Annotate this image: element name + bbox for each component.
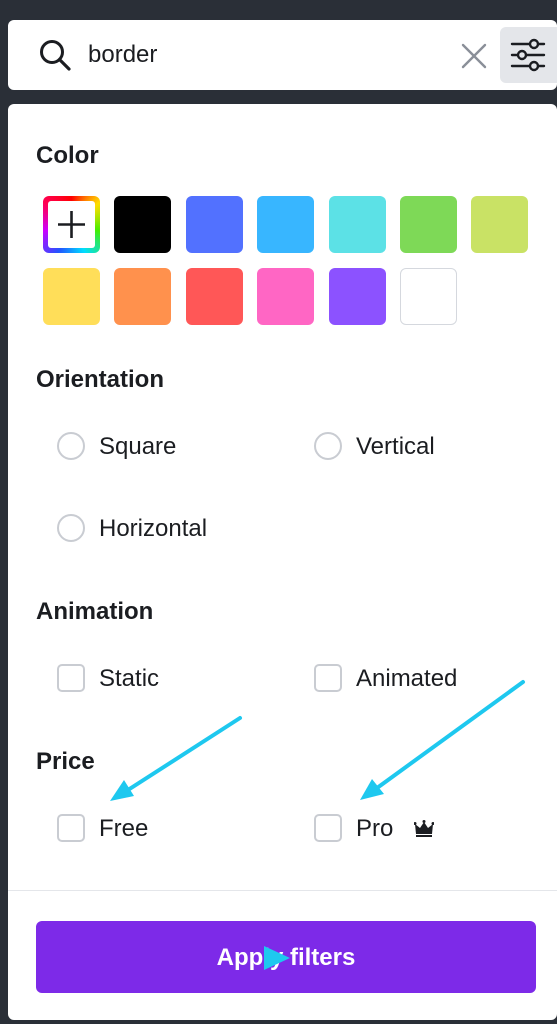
checkbox[interactable] <box>57 664 85 692</box>
price-option-free[interactable]: Free <box>57 812 257 848</box>
option-label: Horizontal <box>99 515 208 542</box>
option-label: Animated <box>356 665 458 692</box>
color-swatch-pink[interactable] <box>257 268 314 325</box>
custom-color-swatch[interactable] <box>43 196 100 253</box>
radio-button[interactable] <box>57 432 85 460</box>
orientation-section-title: Orientation <box>36 366 165 393</box>
color-swatch-turquoise[interactable] <box>329 196 386 253</box>
plus-icon <box>58 211 85 238</box>
color-swatch-lime[interactable] <box>471 196 528 253</box>
filter-panel: Color Orientation Square Vertical Horizo… <box>8 104 557 1020</box>
search-icon <box>38 38 74 74</box>
apply-filters-button[interactable]: Apply filters <box>36 921 536 993</box>
orientation-option-vertical[interactable]: Vertical <box>314 430 514 466</box>
checkbox[interactable] <box>314 814 342 842</box>
animation-option-static[interactable]: Static <box>57 662 257 698</box>
price-option-pro[interactable]: Pro <box>314 812 514 848</box>
color-swatch-blue[interactable] <box>186 196 243 253</box>
sliders-icon <box>510 38 546 72</box>
color-swatch-purple[interactable] <box>329 268 386 325</box>
crown-icon <box>414 820 434 837</box>
option-label: Pro <box>356 815 394 842</box>
radio-button[interactable] <box>57 514 85 542</box>
option-label: Static <box>99 665 160 692</box>
divider <box>8 890 557 891</box>
filter-toggle-button[interactable] <box>500 27 557 83</box>
search-input[interactable] <box>86 35 446 75</box>
checkbox[interactable] <box>57 814 85 842</box>
color-swatch-white[interactable] <box>400 268 457 325</box>
search-bar <box>8 20 557 90</box>
orientation-option-horizontal[interactable]: Horizontal <box>57 512 277 548</box>
color-swatch-yellow[interactable] <box>43 268 100 325</box>
close-icon[interactable] <box>460 42 488 70</box>
orientation-option-square[interactable]: Square <box>57 430 257 466</box>
radio-button[interactable] <box>314 432 342 460</box>
option-label: Square <box>99 433 177 460</box>
animation-section-title: Animation <box>36 598 154 625</box>
color-swatch-green[interactable] <box>400 196 457 253</box>
color-section-title: Color <box>36 142 99 169</box>
color-swatch-red[interactable] <box>186 268 243 325</box>
color-swatch-light-blue[interactable] <box>257 196 314 253</box>
price-section-title: Price <box>36 748 95 775</box>
checkbox[interactable] <box>314 664 342 692</box>
color-swatch-black[interactable] <box>114 196 171 253</box>
animation-option-animated[interactable]: Animated <box>314 662 514 698</box>
option-label: Free <box>99 815 149 842</box>
option-label: Vertical <box>356 433 435 460</box>
color-swatch-orange[interactable] <box>114 268 171 325</box>
